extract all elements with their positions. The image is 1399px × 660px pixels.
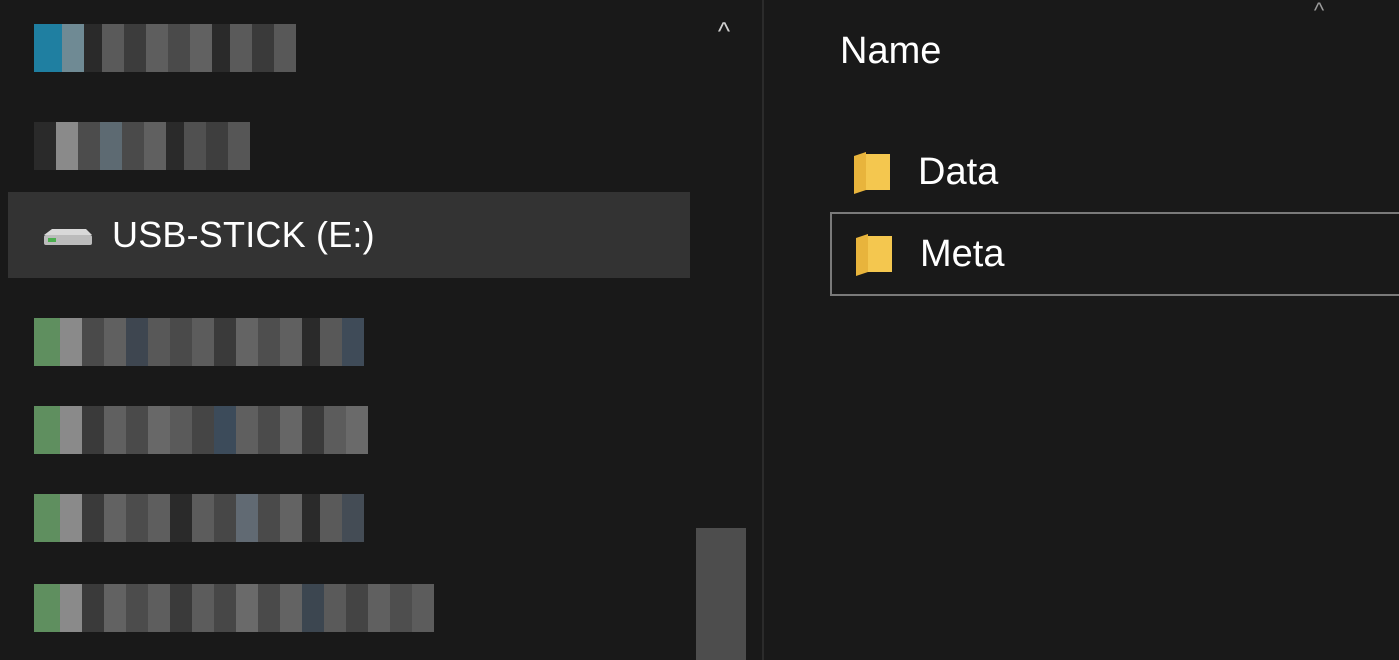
scroll-thumb[interactable] [696, 528, 746, 660]
scroll-up-icon[interactable]: ^ [708, 18, 740, 44]
navigation-pane: USB-STICK (E:) [8, 6, 758, 660]
nav-item-obscured[interactable] [8, 562, 690, 648]
nav-item-obscured[interactable] [8, 6, 690, 92]
pixelated-label [34, 24, 296, 72]
nav-item-obscured[interactable] [8, 472, 690, 558]
folder-icon [852, 150, 892, 194]
file-name: Data [918, 150, 999, 193]
nav-item-obscured[interactable] [8, 384, 690, 470]
file-row-data[interactable]: Data [830, 130, 1399, 214]
file-name: Meta [920, 232, 1005, 275]
file-row-meta[interactable]: Meta [830, 212, 1399, 296]
file-explorer-window: USB-STICK (E:) ^ ^ Name Data Meta [0, 0, 1399, 660]
column-header-name[interactable]: Name [840, 30, 941, 73]
pixelated-label [34, 122, 250, 170]
pixelated-label [34, 318, 364, 366]
folder-icon [854, 232, 894, 276]
pixelated-label [34, 494, 364, 542]
pixelated-label [34, 584, 434, 632]
pixelated-label [34, 406, 368, 454]
nav-item-usb-stick[interactable]: USB-STICK (E:) [8, 192, 690, 278]
nav-scrollbar[interactable]: ^ [690, 0, 758, 660]
nav-item-label: USB-STICK (E:) [112, 214, 375, 255]
sort-ascending-icon[interactable]: ^ [1304, 0, 1334, 22]
file-list-pane: ^ Name Data Meta [764, 0, 1399, 660]
nav-item-obscured[interactable] [8, 296, 690, 382]
nav-item-obscured[interactable] [8, 102, 690, 188]
usb-drive-icon [38, 215, 94, 255]
